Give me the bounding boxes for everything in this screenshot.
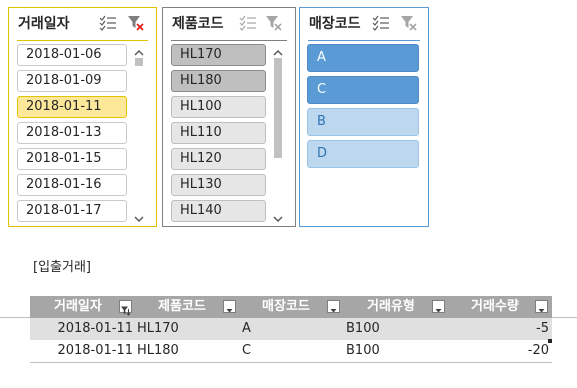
- header-quantity: 거래수량: [471, 299, 519, 314]
- header-type: 거래유형: [367, 299, 415, 314]
- dropdown-arrow-icon[interactable]: [223, 300, 236, 313]
- slicer-item-HL130[interactable]: HL130: [171, 174, 266, 196]
- scroll-down-icon[interactable]: [272, 210, 284, 223]
- slicer-title: 거래일자: [18, 16, 70, 32]
- slicer-item-2018-01-16[interactable]: 2018-01-16: [17, 174, 127, 196]
- slicer-item-HL100[interactable]: HL100: [171, 96, 266, 118]
- table-resize-handle[interactable]: [548, 339, 552, 343]
- scroll-down-icon[interactable]: [133, 210, 145, 223]
- dropdown-arrow-icon[interactable]: [327, 300, 340, 313]
- scrollbar[interactable]: [133, 44, 145, 224]
- slicer-item-2018-01-09[interactable]: 2018-01-09: [17, 70, 127, 92]
- table-header: 거래일자 제품코드 매장코드 거래유형 거래수량: [30, 296, 552, 318]
- slicer-item-HL180[interactable]: HL180: [171, 70, 266, 92]
- cell-product[interactable]: HL180: [137, 340, 179, 362]
- cell-type[interactable]: B100: [346, 340, 380, 362]
- cell-date[interactable]: 2018-01-11: [30, 318, 133, 340]
- scroll-up-icon[interactable]: [272, 44, 284, 56]
- slicer-item-D[interactable]: D: [307, 140, 419, 168]
- multi-select-icon[interactable]: [99, 14, 117, 32]
- slicer-item-HL110[interactable]: HL110: [171, 122, 266, 144]
- slicer-item-A[interactable]: A: [307, 44, 419, 72]
- multi-select-icon[interactable]: [372, 14, 390, 32]
- slicer-item-2018-01-17[interactable]: 2018-01-17: [17, 200, 127, 222]
- table-row[interactable]: 2018-01-11 HL170 A B100 -5: [30, 318, 552, 340]
- section-label: [입출거래]: [33, 260, 91, 275]
- store-slicer: 매장코드 A C B D: [299, 7, 429, 227]
- slicer-item-2018-01-06[interactable]: 2018-01-06: [17, 44, 127, 66]
- cell-quantity[interactable]: -5: [450, 318, 549, 340]
- filter-applied-icon[interactable]: [119, 300, 132, 316]
- slicer-item-2018-01-13[interactable]: 2018-01-13: [17, 122, 127, 144]
- header-divider: [17, 40, 148, 41]
- clear-filter-icon[interactable]: [400, 14, 418, 32]
- date-slicer: 거래일자 2018-01-06 2018-01-09 2018-01-11 20…: [8, 7, 157, 227]
- slicer-header: 매장코드: [300, 8, 428, 38]
- cell-store[interactable]: A: [242, 318, 251, 340]
- slicer-item-2018-01-15[interactable]: 2018-01-15: [17, 148, 127, 170]
- cell-product[interactable]: HL170: [137, 318, 179, 340]
- header-divider: [171, 40, 287, 41]
- scroll-up-icon[interactable]: [133, 44, 145, 56]
- header-date: 거래일자: [54, 299, 102, 314]
- slicer-title: 제품코드: [172, 16, 224, 32]
- clear-filter-icon[interactable]: [265, 14, 283, 32]
- header-store: 매장코드: [262, 299, 310, 314]
- clear-filter-icon[interactable]: [127, 14, 145, 32]
- scrollbar[interactable]: [272, 44, 284, 224]
- table-row[interactable]: 2018-01-11 HL180 C B100 -20: [30, 340, 552, 363]
- product-slicer: 제품코드 HL170 HL180 HL100 HL110 HL120 HL130…: [162, 7, 296, 227]
- slicer-item-C[interactable]: C: [307, 76, 419, 104]
- multi-select-icon[interactable]: [239, 14, 257, 32]
- dropdown-arrow-icon[interactable]: [535, 300, 548, 313]
- scroll-thumb[interactable]: [135, 58, 143, 66]
- cell-store[interactable]: C: [242, 340, 251, 362]
- scroll-thumb[interactable]: [274, 58, 282, 158]
- slicer-item-HL140[interactable]: HL140: [171, 200, 266, 222]
- cell-type[interactable]: B100: [346, 318, 380, 340]
- header-product: 제품코드: [158, 299, 206, 314]
- cell-date[interactable]: 2018-01-11: [30, 340, 133, 362]
- slicer-header: 거래일자: [9, 8, 156, 38]
- dropdown-arrow-icon[interactable]: [432, 300, 445, 313]
- slicer-title: 매장코드: [309, 16, 361, 32]
- slicer-item-B[interactable]: B: [307, 108, 419, 136]
- slicer-item-HL170[interactable]: HL170: [171, 44, 266, 66]
- slicer-item-HL120[interactable]: HL120: [171, 148, 266, 170]
- slicer-item-2018-01-11[interactable]: 2018-01-11: [17, 96, 127, 118]
- cell-quantity[interactable]: -20: [450, 340, 549, 362]
- header-divider: [308, 40, 420, 41]
- slicer-header: 제품코드: [163, 8, 295, 38]
